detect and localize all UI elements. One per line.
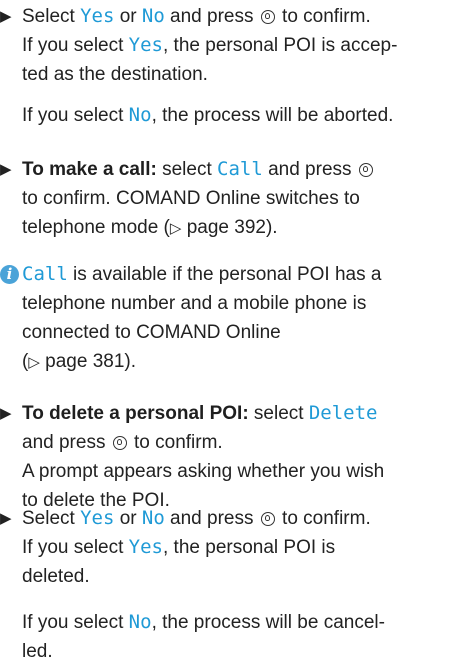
text: , the process will be aborted. xyxy=(151,105,394,126)
instruction-step: ▶ Select Yes or No and press to confirm. I… xyxy=(0,2,463,89)
text-line: To delete a personal POI: select Delete xyxy=(0,399,463,428)
text: page 392). xyxy=(181,217,278,238)
text-line: A prompt appears asking whether you wish xyxy=(0,457,463,486)
controller-press-icon xyxy=(358,163,373,177)
step-bullet-icon: ▶ xyxy=(0,8,12,25)
menu-option-keyword: Call xyxy=(217,158,263,180)
text: , the process will be cancel- xyxy=(151,612,385,633)
text: and press xyxy=(164,6,259,27)
menu-option-keyword: No xyxy=(128,104,152,126)
text-line: If you select No, the process will be ab… xyxy=(0,101,463,130)
step-bullet-icon: ▶ xyxy=(0,405,12,422)
text-line: Select Yes or No and press to confirm. xyxy=(0,504,463,533)
controller-press-icon xyxy=(260,10,275,24)
menu-option-keyword: No xyxy=(141,507,165,529)
text: ted as the destination. xyxy=(22,64,208,85)
menu-option-keyword: Yes xyxy=(80,5,115,27)
text: and press xyxy=(164,508,259,529)
menu-option-keyword: Call xyxy=(22,263,68,285)
text: telephone mode ( xyxy=(22,217,170,238)
text-line: To make a call: select Call and press xyxy=(0,155,463,184)
menu-option-keyword: Yes xyxy=(128,536,163,558)
text: deleted. xyxy=(22,566,90,587)
menu-option-keyword: Yes xyxy=(80,507,115,529)
instruction-step: ▶ To make a call: select Call and press t… xyxy=(0,155,463,243)
instruction-step: ▶ To delete a personal POI: select Delete… xyxy=(0,399,463,515)
text: and press xyxy=(22,432,111,453)
text: Select xyxy=(22,6,81,27)
step-bullet-icon: ▶ xyxy=(0,161,12,178)
controller-press-icon xyxy=(260,512,275,526)
text-line: telephone mode (▷ page 392). xyxy=(0,213,463,243)
text: to confirm. xyxy=(276,6,371,27)
step-bullet-icon: ▶ xyxy=(0,510,12,527)
text-line: Call is available if the personal POI ha… xyxy=(0,260,463,289)
step-heading: To delete a personal POI: xyxy=(22,403,249,424)
text: , the personal POI is xyxy=(163,537,336,558)
text: page 381). xyxy=(39,351,137,372)
text: to confirm. xyxy=(128,432,223,453)
text: select xyxy=(156,159,218,180)
text-line: to confirm. COMAND Online switches to xyxy=(0,184,463,213)
text: If you select xyxy=(22,105,129,126)
page-reference-arrow: ▷ xyxy=(28,354,40,371)
paragraph: If you select No, the process will be ab… xyxy=(0,101,463,130)
text: connected to COMAND Online xyxy=(22,322,281,343)
text: or xyxy=(114,6,142,27)
menu-option-keyword: No xyxy=(128,611,152,633)
step-heading: To make a call: xyxy=(22,159,157,180)
text-line: If you select Yes, the personal POI is a… xyxy=(0,31,463,60)
text-line: telephone number and a mobile phone is xyxy=(0,289,463,318)
manual-page: ▶ Select Yes or No and press to confirm. I… xyxy=(0,0,463,662)
text: led. xyxy=(22,641,53,662)
text-line: and press to confirm. xyxy=(0,428,463,457)
text-line: connected to COMAND Online xyxy=(0,318,463,347)
text-line: ted as the destination. xyxy=(0,60,463,89)
text: select xyxy=(248,403,309,424)
text: Select xyxy=(22,508,81,529)
text: telephone number and a mobile phone is xyxy=(22,293,367,314)
page-reference-arrow: ▷ xyxy=(169,220,182,237)
info-note: i Call is available if the personal POI h… xyxy=(0,260,463,377)
text: If you select xyxy=(22,537,129,558)
text: , the personal POI is accep- xyxy=(163,35,398,56)
text: is available if the personal POI has a xyxy=(67,264,382,285)
text-line: deleted. xyxy=(0,562,463,591)
text: A prompt appears asking whether you wish xyxy=(22,461,385,482)
menu-option-keyword: Delete xyxy=(308,402,378,424)
instruction-step: ▶ Select Yes or No and press to confirm. I… xyxy=(0,504,463,591)
info-icon: i xyxy=(0,265,19,284)
menu-option-keyword: No xyxy=(141,5,165,27)
paragraph: If you select No, the process will be ca… xyxy=(0,608,463,666)
text-line: If you select Yes, the personal POI is xyxy=(0,533,463,562)
text: to confirm. xyxy=(276,508,371,529)
text: If you select xyxy=(22,612,129,633)
text-line: If you select No, the process will be ca… xyxy=(0,608,463,637)
text: and press xyxy=(262,159,357,180)
controller-press-icon xyxy=(112,436,127,450)
menu-option-keyword: Yes xyxy=(128,34,163,56)
text-line: led. xyxy=(0,637,463,666)
text: If you select xyxy=(22,35,129,56)
text: to confirm. COMAND Online switches to xyxy=(22,188,360,209)
text: or xyxy=(114,508,142,529)
text-line: (▷ page 381). xyxy=(0,347,463,377)
text-line: Select Yes or No and press to confirm. xyxy=(0,2,463,31)
